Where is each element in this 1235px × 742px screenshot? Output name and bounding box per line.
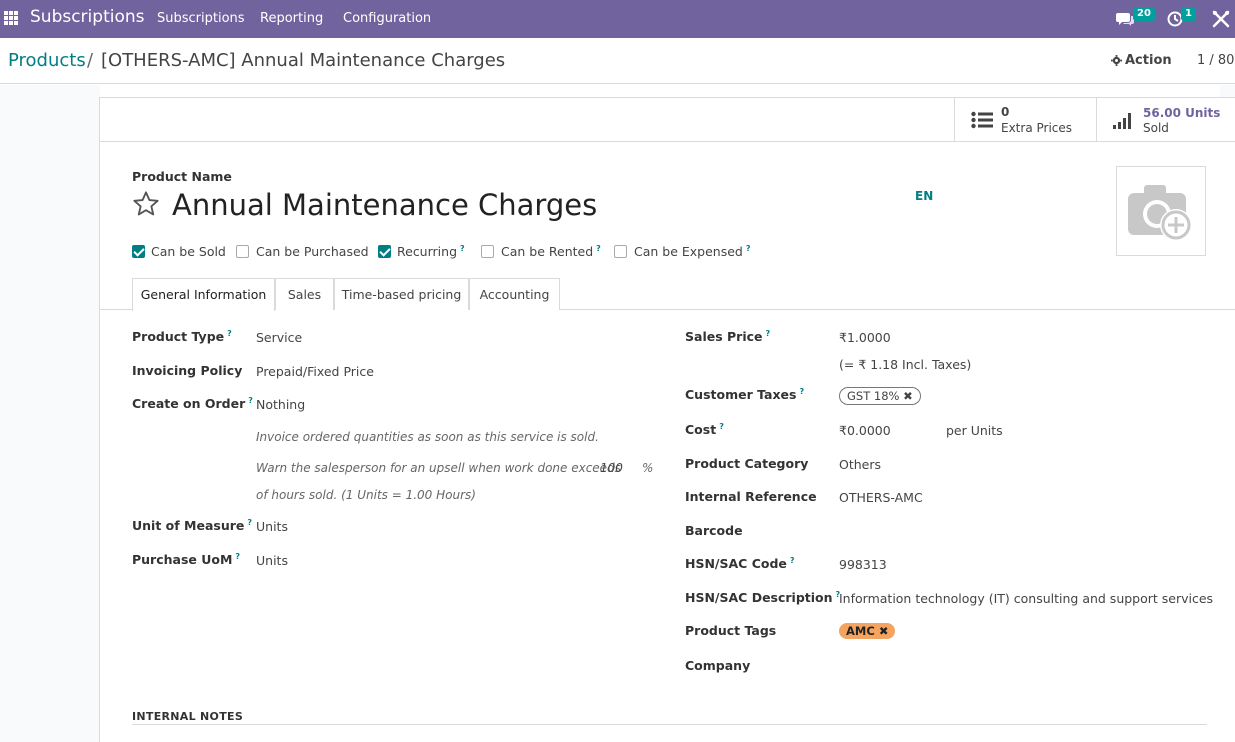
upsell-threshold-input[interactable]: 100 [600,461,623,475]
pager-value[interactable]: 1 / 80 [1197,53,1234,68]
can-be-sold-label: Can be Sold [151,244,226,259]
sales-price-incl-taxes: (= ₹ 1.18 Incl. Taxes) [839,357,972,372]
favorite-star-icon[interactable] [131,190,161,218]
product-type-field[interactable]: Service [256,330,302,345]
breadcrumb-current: [OTHERS-AMC] Annual Maintenance Charges [101,50,506,71]
menu-subscriptions[interactable]: Subscriptions [157,11,245,26]
can-be-expensed-label: Can be Expensed? [634,244,751,260]
cost-label: Cost? [685,422,724,438]
hsn-sac-description-label: HSN/SAC Description? [685,590,841,606]
cost-field[interactable]: ₹0.0000 [839,423,891,438]
can-be-expensed-checkbox[interactable] [614,245,627,258]
hsn-sac-code-label: HSN/SAC Code? [685,556,795,572]
hsn-sac-code-field[interactable]: 998313 [839,557,887,572]
purchase-uom-label: Purchase UoM? [132,552,241,568]
internal-reference-field[interactable]: OTHERS-AMC [839,490,923,505]
language-button[interactable]: EN [915,189,933,203]
product-category-label: Product Category [685,456,809,471]
product-tag-amc[interactable]: AMC ✖ [839,623,896,639]
cost-per-unit: per Units [946,423,1003,438]
action-label: Action [1125,53,1172,68]
form-sheet: 0 Extra Prices 56.00 Units Sold Product … [99,97,1235,742]
sales-price-field[interactable]: ₹1.0000 [839,330,891,345]
product-type-label: Product Type? [132,329,232,345]
tab-sales[interactable]: Sales [275,278,334,310]
tab-general-information[interactable]: General Information [132,278,275,311]
hsn-sac-description-field[interactable]: Information technology (IT) consulting a… [839,591,1213,606]
top-navbar: Subscriptions Subscriptions Reporting Co… [0,0,1235,38]
tab-accounting[interactable]: Accounting [469,278,560,310]
unit-of-measure-field[interactable]: Units [256,519,288,534]
app-name[interactable]: Subscriptions [30,7,144,27]
extra-prices-value: 0 [1001,105,1010,119]
menu-configuration[interactable]: Configuration [343,11,431,26]
gear-icon [1111,55,1122,66]
barcode-label: Barcode [685,523,743,538]
signal-bars-icon [1113,113,1131,129]
create-on-order-field[interactable]: Nothing [256,397,305,412]
remove-tag-icon[interactable]: ✖ [879,624,889,638]
can-be-purchased-checkbox[interactable] [236,245,249,258]
product-name-label: Product Name [132,169,232,184]
units-sold-label: Sold [1143,121,1169,135]
unit-of-measure-label: Unit of Measure? [132,518,253,534]
can-be-purchased-label: Can be Purchased [256,244,369,259]
product-image-placeholder[interactable] [1116,166,1206,256]
invoicing-policy-label: Invoicing Policy [132,363,243,378]
purchase-uom-field[interactable]: Units [256,553,288,568]
recurring-label: Recurring? [397,244,465,260]
left-gutter [0,85,100,742]
internal-notes-divider [132,724,1207,725]
upsell-warning-note: Warn the salesperson for an upsell when … [256,461,621,475]
camera-add-icon [1128,185,1192,241]
units-sold-value: 56.00 Units [1143,106,1221,120]
list-icon [971,111,993,129]
barcode-field[interactable] [839,524,1199,540]
hours-sold-note: of hours sold. (1 Units = 1.00 Hours) [256,488,476,502]
can-be-rented-label: Can be Rented? [501,244,601,260]
company-label: Company [685,658,751,673]
recurring-checkbox[interactable] [378,245,391,258]
product-name-field[interactable]: Annual Maintenance Charges [172,188,597,222]
menu-reporting[interactable]: Reporting [260,11,323,26]
invoice-policy-note: Invoice ordered quantities as soon as th… [256,430,599,444]
breadcrumb-separator: / [87,50,94,71]
internal-notes-heading: INTERNAL NOTES [132,710,244,723]
apps-menu-icon[interactable] [4,11,18,25]
can-be-sold-checkbox[interactable] [132,245,145,258]
can-be-rented-checkbox[interactable] [481,245,494,258]
extra-prices-label: Extra Prices [1001,121,1073,135]
tools-icon[interactable] [1212,10,1230,28]
remove-tax-icon[interactable]: ✖ [903,389,913,403]
units-sold-button[interactable]: 56.00 Units Sold [1096,98,1235,142]
create-on-order-label: Create on Order? [132,396,253,412]
invoicing-policy-field[interactable]: Prepaid/Fixed Price [256,364,374,379]
messages-badge: 20 [1133,7,1155,21]
internal-reference-label: Internal Reference [685,489,817,504]
messages-icon[interactable] [1116,11,1134,27]
control-panel: Products / [OTHERS-AMC] Annual Maintenan… [0,38,1235,84]
customer-tax-tag[interactable]: GST 18% ✖ [839,387,921,405]
product-tags-label: Product Tags [685,623,777,638]
activities-badge: 1 [1181,7,1196,21]
customer-taxes-label: Customer Taxes? [685,387,805,403]
extra-prices-button[interactable]: 0 Extra Prices [954,98,1096,142]
upsell-percent-unit: % [642,461,654,475]
sales-price-label: Sales Price? [685,329,771,345]
action-button[interactable]: Action [1111,53,1172,68]
stat-button-box: 0 Extra Prices 56.00 Units Sold [100,98,1235,142]
breadcrumb-products-link[interactable]: Products [8,50,86,71]
product-category-field[interactable]: Others [839,457,881,472]
tab-time-based-pricing[interactable]: Time-based pricing [334,278,469,310]
